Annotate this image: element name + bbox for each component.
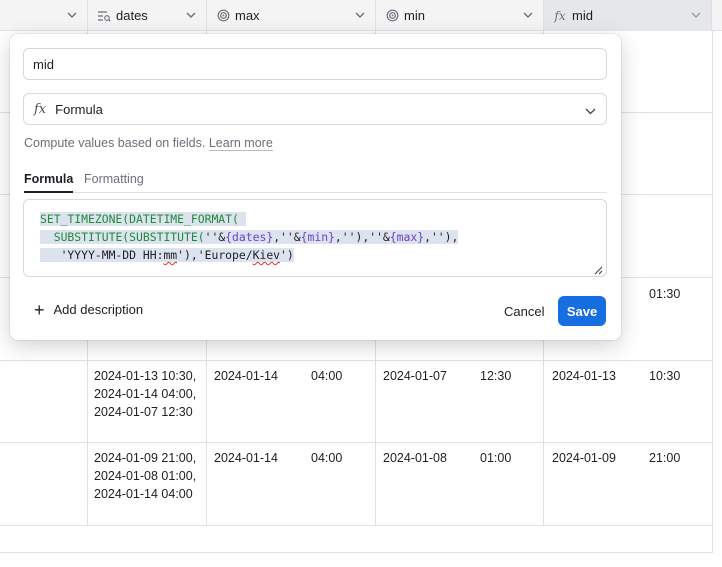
column-header-dates[interactable]: dates [88,0,207,31]
min-time-cell[interactable]: 01:00 [480,449,511,467]
formula-line-3: 'YYYY-MM-DD HH:mm'),'Europe/Kiev') [40,248,294,262]
column-header-label: dates [116,8,148,23]
dates-cell-line: 2024-01-07 12:30 [94,405,193,419]
formula-editor[interactable]: SET_TIMEZONE(DATETIME_FORMAT( SUBSTITUTE… [23,199,607,277]
lookup-formula-icon [96,8,112,24]
formula-icon: fx [34,101,47,117]
chevron-down-icon[interactable] [585,103,596,118]
chevron-down-icon[interactable] [184,8,198,22]
description-text: Compute values based on fields. [24,136,206,150]
dates-cell[interactable]: 2024-01-09 21:00, 2024-01-08 01:00, 2024… [94,449,196,503]
dates-cell-line: 2024-01-09 21:00, [94,451,197,465]
rollup-icon [215,8,231,24]
learn-more-link[interactable]: Learn more [208,136,273,151]
cancel-button[interactable]: Cancel [494,297,554,325]
min-time-cell[interactable]: 12:30 [480,367,511,385]
tab-formatting[interactable]: Formatting [84,172,144,193]
formula-function-text: SET_TIMEZONE(DATETIME_FORMAT( [40,212,239,226]
grid-header: dates max min fx mid [0,0,722,31]
save-button[interactable]: Save [558,296,606,326]
chevron-down-icon[interactable] [521,8,535,22]
max-date-cell[interactable]: 2024-01-14 [214,367,278,385]
formula-icon: fx [554,8,566,23]
column-header-label: min [404,8,425,23]
dates-cell[interactable]: 2024-01-13 10:30, 2024-01-14 04:00, 2024… [94,367,196,421]
mid-date-cell[interactable]: 2024-01-13 [552,367,616,385]
min-date-cell[interactable]: 2024-01-08 [383,449,447,467]
formula-code[interactable]: SET_TIMEZONE(DATETIME_FORMAT( SUBSTITUTE… [40,210,459,264]
field-config-popover: fx Formula Compute values based on field… [10,34,621,340]
formula-field-ref: {dates} [225,230,274,244]
field-type-label: Formula [55,101,103,117]
column-header-label: max [235,8,260,23]
table-row[interactable]: 2024-01-13 10:30, 2024-01-14 04:00, 2024… [0,361,712,443]
rollup-icon [384,8,400,24]
formula-line-2: SUBSTITUTE(SUBSTITUTE(''&{dates},''&{min… [40,230,459,244]
plus-icon: + [34,299,45,320]
table-row[interactable]: 2024-01-09 21:00, 2024-01-08 01:00, 2024… [0,443,712,526]
chevron-down-icon[interactable] [353,8,367,22]
formula-function-text: SUBSTITUTE(SUBSTITUTE( [53,230,205,244]
max-date-cell[interactable]: 2024-01-14 [214,449,278,467]
max-time-cell[interactable]: 04:00 [311,449,342,467]
chevron-down-icon[interactable] [689,8,703,22]
column-header-label: mid [572,8,593,23]
grid-right-border [712,31,713,553]
resize-handle-icon[interactable] [593,263,603,275]
mid-time-cell[interactable]: 01:30 [649,285,680,303]
max-time-cell[interactable]: 04:00 [311,367,342,385]
formula-line-1: SET_TIMEZONE(DATETIME_FORMAT( [40,212,246,226]
dates-cell-line: 2024-01-14 04:00 [94,487,193,501]
field-type-description: Compute values based on fields. Learn mo… [24,136,273,151]
tab-formula[interactable]: Formula [24,172,74,193]
column-header-primary[interactable] [0,0,88,31]
column-header-min[interactable]: min [376,0,544,31]
add-description-label: Add description [53,302,144,317]
field-type-select[interactable]: fx Formula [23,93,607,125]
chevron-down-icon[interactable] [65,8,79,22]
dates-cell-line: 2024-01-08 01:00, [94,469,197,483]
grid-footer-border [0,552,712,553]
field-name-input[interactable] [23,48,607,80]
mid-date-cell[interactable]: 2024-01-09 [552,449,616,467]
min-date-cell[interactable]: 2024-01-07 [383,367,447,385]
formula-field-ref: {max} [389,230,425,244]
column-header-mid[interactable]: fx mid [544,0,712,31]
mid-time-cell[interactable]: 21:00 [649,449,680,467]
dates-cell-line: 2024-01-13 10:30, [94,369,197,383]
column-header-max[interactable]: max [207,0,376,31]
formula-field-ref: {min} [300,230,335,244]
mid-time-cell[interactable]: 10:30 [649,367,680,385]
add-description-button[interactable]: + Add description [34,299,144,320]
config-tabs: Formula Formatting [24,172,607,193]
dates-cell-line: 2024-01-14 04:00, [94,387,197,401]
